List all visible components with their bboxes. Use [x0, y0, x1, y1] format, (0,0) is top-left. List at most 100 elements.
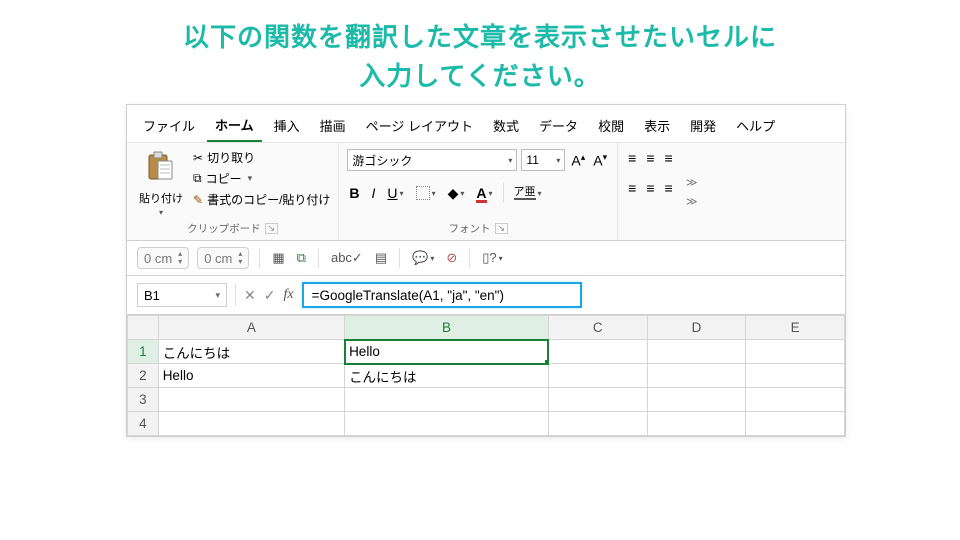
- qb-spellcheck-button[interactable]: abc✓: [329, 248, 365, 268]
- bold-button[interactable]: B: [347, 184, 361, 202]
- align-middle-button[interactable]: ≡: [644, 149, 656, 167]
- cell-E2[interactable]: [746, 364, 845, 388]
- menu-draw[interactable]: 描画: [312, 110, 354, 141]
- ribbon-group-font: 游ゴシック▾ 11▾ A▴ A▾ B I U▾ ▾ ◆▾ A▾ ア亜▾ フォント…: [339, 143, 618, 240]
- align-bottom-button[interactable]: ≡: [663, 149, 675, 167]
- chevron-down-icon: ▾: [215, 290, 220, 301]
- menu-help[interactable]: ヘルプ: [728, 110, 783, 141]
- cell-C2[interactable]: [548, 364, 647, 388]
- cell-D4[interactable]: [647, 412, 746, 436]
- font-size-select[interactable]: 11▾: [521, 149, 565, 171]
- phonetic-icon: ア亜: [514, 187, 536, 200]
- cut-button[interactable]: ✂切り取り: [193, 149, 330, 166]
- menu-page-layout[interactable]: ページ レイアウト: [358, 110, 481, 141]
- align-center-button[interactable]: ≡: [644, 179, 656, 197]
- col-header-B[interactable]: B: [345, 316, 549, 340]
- menu-bar: ファイル ホーム 挿入 描画 ページ レイアウト 数式 データ 校閲 表示 開発…: [127, 105, 845, 142]
- decrease-font-button[interactable]: A▾: [591, 152, 609, 169]
- menu-file[interactable]: ファイル: [135, 110, 203, 141]
- copy-button[interactable]: ⧉コピー▾: [193, 170, 330, 187]
- font-name-select[interactable]: 游ゴシック▾: [347, 149, 517, 171]
- copy-dropdown-icon[interactable]: ▾: [248, 173, 253, 184]
- cell-A3[interactable]: [158, 388, 344, 412]
- menu-insert[interactable]: 挿入: [266, 110, 308, 141]
- indent-right-stepper[interactable]: 0 cm▴▾: [197, 247, 249, 269]
- cell-B1[interactable]: Hello: [345, 340, 549, 364]
- chevron-down-icon: ▾: [556, 156, 560, 165]
- font-color-button[interactable]: A▾: [474, 184, 494, 202]
- name-box[interactable]: B1▾: [137, 283, 227, 307]
- chevron-down-icon: ▾: [508, 156, 512, 165]
- menu-formulas[interactable]: 数式: [485, 110, 527, 141]
- ribbon-overflow[interactable]: ≫≫: [683, 143, 701, 240]
- align-right-button[interactable]: ≡: [663, 179, 675, 197]
- table-row: 2 Hello こんにちは: [128, 364, 845, 388]
- indent-left-stepper[interactable]: 0 cm▴▾: [137, 247, 189, 269]
- formula-text: =GoogleTranslate(A1, "ja", "en"): [312, 288, 504, 303]
- menu-view[interactable]: 表示: [636, 110, 678, 141]
- cell-C3[interactable]: [548, 388, 647, 412]
- cell-B2[interactable]: こんにちは: [345, 364, 549, 388]
- chevrons-icon: ≫: [686, 176, 698, 189]
- cell-D1[interactable]: [647, 340, 746, 364]
- col-header-C[interactable]: C: [548, 316, 647, 340]
- select-all-corner[interactable]: [128, 316, 159, 340]
- paste-dropdown-icon[interactable]: ▾: [159, 208, 163, 217]
- font-group-label: フォント: [449, 221, 491, 236]
- font-color-icon: A: [476, 185, 486, 201]
- paste-button[interactable]: 貼り付け ▾: [135, 149, 187, 219]
- quick-access-bar: 0 cm▴▾ 0 cm▴▾ ▦ ⧉ abc✓ ▤ 💬▾ ⊘ ▯?▾: [127, 241, 845, 276]
- borders-button[interactable]: ▾: [414, 185, 438, 201]
- instruction-text: 以下の関数を翻訳した文章を表示させたいセルに 入力してください。: [0, 0, 960, 106]
- qb-icon-2[interactable]: ⧉: [295, 248, 308, 268]
- qb-thesaurus-button[interactable]: ▤: [373, 248, 389, 268]
- insert-function-button[interactable]: fx: [283, 287, 293, 303]
- row-header-3[interactable]: 3: [128, 388, 159, 412]
- row-header-1[interactable]: 1: [128, 340, 159, 364]
- increase-font-button[interactable]: A▴: [569, 152, 587, 169]
- cell-D2[interactable]: [647, 364, 746, 388]
- format-painter-button[interactable]: ✎書式のコピー/貼り付け: [193, 191, 330, 208]
- italic-button[interactable]: I: [370, 184, 378, 202]
- menu-developer[interactable]: 開発: [682, 110, 724, 141]
- enter-formula-button[interactable]: ✓: [264, 287, 276, 304]
- menu-data[interactable]: データ: [531, 110, 586, 141]
- qb-comment-button[interactable]: 💬▾: [410, 248, 436, 268]
- underline-button[interactable]: U▾: [385, 184, 405, 202]
- cell-B4[interactable]: [345, 412, 549, 436]
- cell-C4[interactable]: [548, 412, 647, 436]
- ribbon-group-clipboard: 貼り付け ▾ ✂切り取り ⧉コピー▾ ✎書式のコピー/貼り付け クリップボード↘: [127, 143, 339, 240]
- clipboard-launcher-icon[interactable]: ↘: [265, 223, 279, 234]
- formula-input[interactable]: =GoogleTranslate(A1, "ja", "en"): [302, 282, 582, 308]
- align-top-button[interactable]: ≡: [626, 149, 638, 167]
- cell-E3[interactable]: [746, 388, 845, 412]
- cell-D3[interactable]: [647, 388, 746, 412]
- qb-help-button[interactable]: ▯?▾: [480, 248, 504, 268]
- fill-color-button[interactable]: ◆▾: [446, 184, 467, 203]
- spreadsheet-grid[interactable]: A B C D E 1 こんにちは Hello 2 Hello こんにちは: [127, 315, 845, 436]
- cell-E1[interactable]: [746, 340, 845, 364]
- instruction-line1: 以下の関数を翻訳した文章を表示させたいセルに: [40, 18, 920, 57]
- col-header-E[interactable]: E: [746, 316, 845, 340]
- cell-C1[interactable]: [548, 340, 647, 364]
- row-header-2[interactable]: 2: [128, 364, 159, 388]
- cell-A2[interactable]: Hello: [158, 364, 344, 388]
- copy-icon: ⧉: [193, 171, 202, 186]
- menu-home[interactable]: ホーム: [207, 109, 262, 142]
- row-header-4[interactable]: 4: [128, 412, 159, 436]
- cell-E4[interactable]: [746, 412, 845, 436]
- cell-A4[interactable]: [158, 412, 344, 436]
- phonetic-button[interactable]: ア亜▾: [512, 186, 544, 201]
- cell-B3[interactable]: [345, 388, 549, 412]
- cell-A1[interactable]: こんにちは: [158, 340, 344, 364]
- cancel-formula-button[interactable]: ✕: [244, 287, 256, 304]
- qb-protect-button[interactable]: ⊘: [444, 248, 459, 268]
- menu-review[interactable]: 校閲: [590, 110, 632, 141]
- qb-icon-1[interactable]: ▦: [270, 248, 286, 268]
- chevrons-icon: ≫: [686, 195, 698, 208]
- table-row: 3: [128, 388, 845, 412]
- align-left-button[interactable]: ≡: [626, 179, 638, 197]
- col-header-D[interactable]: D: [647, 316, 746, 340]
- col-header-A[interactable]: A: [158, 316, 344, 340]
- font-launcher-icon[interactable]: ↘: [495, 223, 509, 234]
